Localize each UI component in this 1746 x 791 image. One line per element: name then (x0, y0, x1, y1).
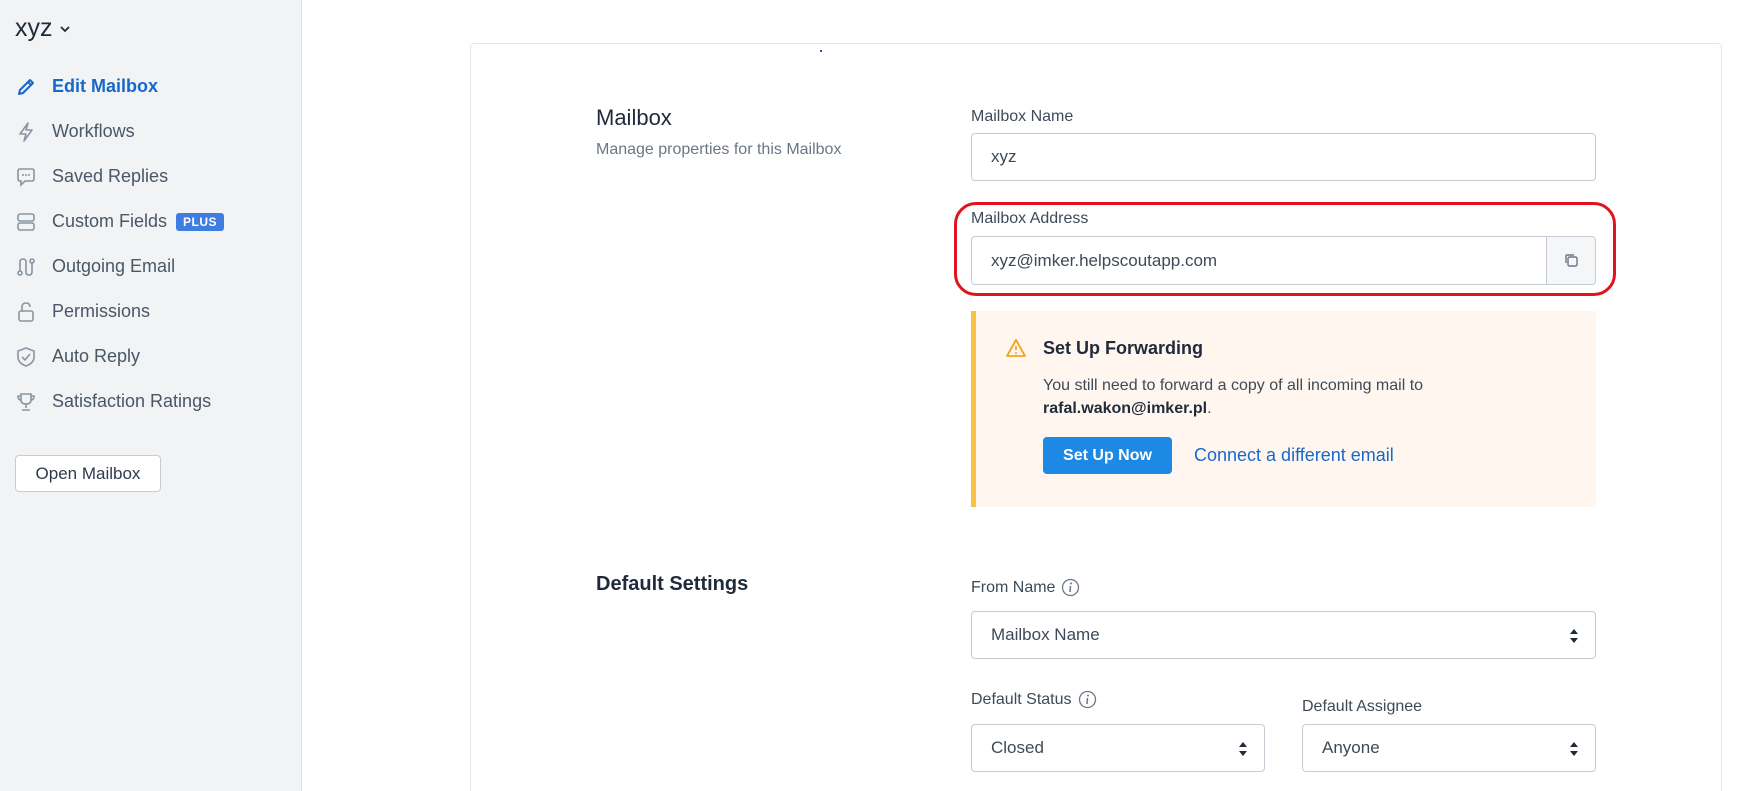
mailbox-switcher[interactable]: xyz (15, 14, 71, 43)
from-name-label: From Name (971, 578, 1080, 597)
default-status-select[interactable]: Closed (971, 724, 1265, 772)
forwarding-alert: Set Up Forwarding You still need to forw… (971, 311, 1596, 507)
alert-body-text: You still need to forward a copy of all … (1043, 377, 1424, 394)
sidebar-item-workflows[interactable]: Workflows (0, 109, 301, 154)
warning-icon (1006, 339, 1026, 357)
from-name-label-text: From Name (971, 578, 1056, 596)
set-up-now-button[interactable]: Set Up Now (1043, 437, 1172, 474)
lightning-icon (15, 121, 37, 143)
sidebar-item-label: Saved Replies (52, 166, 169, 186)
mailbox-address-field: xyz@imker.helpscoutapp.com (971, 236, 1596, 285)
default-settings-title: Default Settings (596, 573, 749, 595)
open-mailbox-button[interactable]: Open Mailbox (15, 455, 161, 492)
default-assignee-label: Default Assignee (1302, 698, 1423, 715)
sidebar-item-auto-reply[interactable]: Auto Reply (0, 334, 301, 379)
trophy-icon (15, 391, 37, 413)
sidebar-item-label: Outgoing Email (52, 256, 176, 276)
shield-check-icon (15, 346, 37, 368)
sidebar-item-label: Permissions (52, 301, 151, 321)
sidebar-item-satisfaction-ratings[interactable]: Satisfaction Ratings (0, 379, 301, 424)
sidebar-item-custom-fields[interactable]: Custom Fields PLUS (0, 199, 301, 244)
select-arrows-icon (1570, 742, 1578, 756)
sidebar-item-saved-replies[interactable]: Saved Replies (0, 154, 301, 199)
sidebar-item-outgoing-email[interactable]: Outgoing Email (0, 244, 301, 289)
alert-body-period: . (1207, 400, 1212, 417)
mailbox-name-label: Mailbox Name (971, 108, 1074, 125)
unlock-icon (15, 301, 37, 323)
from-name-select[interactable]: Mailbox Name (971, 611, 1596, 659)
alert-body: You still need to forward a copy of all … (1043, 374, 1563, 420)
pencil-icon (15, 76, 37, 98)
sidebar-item-label: Edit Mailbox (52, 76, 159, 96)
chevron-down-icon (59, 25, 70, 32)
mailbox-section-title: Mailbox (596, 105, 672, 130)
route-icon (15, 256, 37, 278)
default-status-value: Closed (991, 738, 1044, 757)
decorative-dot (820, 50, 822, 52)
mailbox-switcher-label: xyz (15, 14, 53, 42)
mailbox-section-description: Manage properties for this Mailbox (596, 141, 842, 158)
default-status-label-text: Default Status (971, 690, 1072, 708)
select-arrows-icon (1570, 629, 1578, 643)
sidebar-item-label: Auto Reply (52, 346, 141, 366)
info-icon[interactable] (1078, 690, 1097, 709)
mailbox-name-input[interactable]: xyz (971, 133, 1596, 181)
default-status-label: Default Status (971, 690, 1097, 709)
speech-bubble-icon (15, 166, 37, 188)
sidebar-item-permissions[interactable]: Permissions (0, 289, 301, 334)
plus-badge: PLUS (176, 212, 225, 231)
fields-icon (15, 211, 37, 233)
mailbox-address-label: Mailbox Address (971, 210, 1089, 227)
copy-address-button[interactable] (1546, 237, 1595, 284)
alert-title: Set Up Forwarding (1043, 338, 1204, 358)
sidebar-item-label: Workflows (52, 121, 135, 141)
connect-different-email-link[interactable]: Connect a different email (1194, 445, 1394, 466)
from-name-value: Mailbox Name (991, 625, 1100, 644)
copy-icon (1564, 254, 1578, 267)
default-assignee-value: Anyone (1322, 738, 1380, 757)
default-assignee-select[interactable]: Anyone (1302, 724, 1596, 772)
forwarding-email: rafal.wakon@imker.pl (1043, 400, 1208, 417)
select-arrows-icon (1239, 742, 1247, 756)
sidebar-item-label: Custom Fields (52, 211, 168, 231)
sidebar-item-label: Satisfaction Ratings (52, 391, 212, 411)
mailbox-address-input[interactable]: xyz@imker.helpscoutapp.com (972, 237, 1546, 284)
info-icon[interactable] (1061, 578, 1080, 597)
sidebar-nav: Edit Mailbox Workflows Saved Replies Cus… (0, 64, 301, 424)
sidebar: xyz Edit Mailbox Workflows Saved Replies (0, 0, 302, 791)
sidebar-item-edit-mailbox[interactable]: Edit Mailbox (0, 64, 301, 109)
